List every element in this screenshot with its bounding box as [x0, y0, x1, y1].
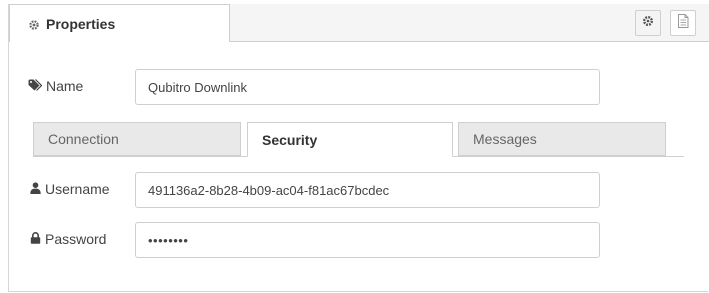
- password-label: Password: [45, 231, 107, 247]
- name-input[interactable]: Qubitro Downlink: [135, 69, 600, 105]
- tab-security[interactable]: Security: [247, 122, 453, 157]
- tab-connection[interactable]: Connection: [33, 122, 241, 156]
- properties-tab[interactable]: Properties: [9, 4, 230, 42]
- username-label: Username: [45, 181, 110, 197]
- user-icon: [30, 181, 45, 197]
- name-label: Name: [46, 78, 84, 94]
- username-input[interactable]: 491136a2-8b28-4b09-ac04-f81ac67bcdec: [135, 172, 600, 208]
- tab-connection-label: Connection: [48, 131, 119, 147]
- properties-tab-label: Properties: [46, 15, 116, 32]
- tag-icon: [28, 78, 46, 94]
- document-icon: [677, 13, 689, 33]
- tab-messages-label: Messages: [473, 131, 537, 147]
- password-label-row: Password: [30, 231, 106, 247]
- description-button[interactable]: [670, 10, 696, 36]
- tab-messages[interactable]: Messages: [458, 122, 666, 156]
- name-label-row: Name: [28, 78, 83, 94]
- lock-icon: [30, 231, 45, 247]
- username-input-value: 491136a2-8b28-4b09-ac04-f81ac67bcdec: [148, 182, 390, 198]
- gear-icon: [642, 14, 654, 32]
- password-input[interactable]: ••••••••: [135, 222, 600, 258]
- settings-button[interactable]: [635, 10, 661, 36]
- name-input-value: Qubitro Downlink: [148, 79, 247, 95]
- cog-icon: [28, 18, 40, 30]
- password-input-value: ••••••••: [148, 232, 189, 248]
- username-label-row: Username: [30, 181, 110, 197]
- tab-security-label: Security: [262, 131, 318, 148]
